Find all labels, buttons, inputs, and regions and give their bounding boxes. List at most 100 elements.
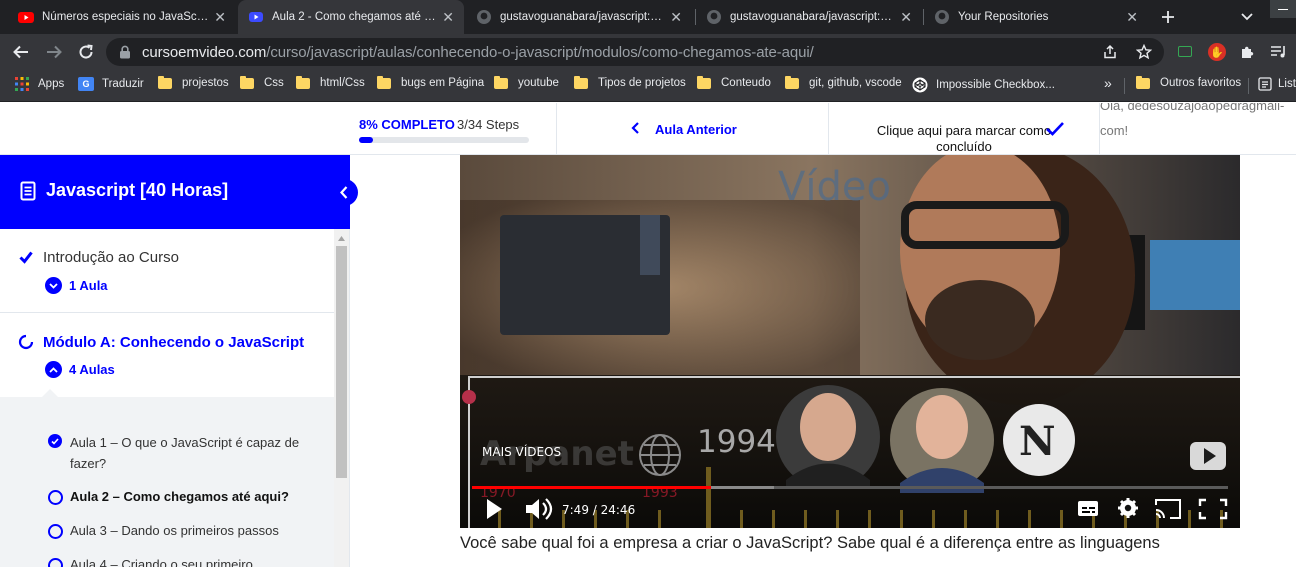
video-played-bar bbox=[472, 486, 711, 489]
folder-icon bbox=[296, 75, 310, 89]
tab-title: Aula 2 - Como chegamos até aqui bbox=[272, 11, 437, 23]
forward-arrow-icon[interactable] bbox=[45, 43, 63, 61]
bookmark-label: bugs em Página bbox=[401, 77, 485, 89]
extension-screen-icon[interactable] bbox=[1178, 46, 1192, 57]
bookmark-youtube[interactable]: youtube bbox=[494, 75, 559, 89]
settings-gear-icon[interactable] bbox=[1118, 498, 1138, 518]
section-modulo-a[interactable]: Módulo A: Conhecendo o JavaScript 4 Aula… bbox=[0, 314, 334, 398]
apps-grid-icon bbox=[15, 77, 29, 91]
browser-tab-2[interactable]: Aula 2 - Como chegamos até aqui ✕ bbox=[238, 0, 464, 34]
subtitles-icon[interactable] bbox=[1078, 501, 1098, 516]
section-introducao[interactable]: Introdução ao Curso 1 Aula bbox=[0, 229, 334, 313]
bookmark-projestos[interactable]: projestos bbox=[158, 75, 229, 89]
extensions-puzzle-icon[interactable] bbox=[1240, 44, 1256, 60]
bookmark-conteudo[interactable]: Conteudo bbox=[697, 75, 771, 89]
reload-icon[interactable] bbox=[77, 43, 95, 61]
folder-icon bbox=[158, 75, 172, 89]
portrait-face bbox=[916, 395, 968, 459]
previous-lesson-button[interactable]: Aula Anterior bbox=[557, 103, 828, 155]
github-icon bbox=[935, 10, 949, 24]
browser-tab-3[interactable]: gustavoguanabara/javascript: Cu ✕ bbox=[466, 0, 692, 34]
presenter-beard bbox=[925, 280, 1035, 360]
bookmark-outros-favoritos[interactable]: Outros favoritos bbox=[1136, 75, 1241, 89]
slide-year-badge: 1994 bbox=[697, 424, 776, 460]
close-tab-icon[interactable]: ✕ bbox=[1126, 9, 1138, 26]
chevron-left-icon bbox=[340, 186, 348, 199]
lock-icon[interactable] bbox=[119, 45, 131, 59]
url-host: cursoemvideo.com bbox=[142, 44, 267, 61]
close-tab-icon[interactable]: ✕ bbox=[442, 9, 454, 26]
tab-search-chevron-icon[interactable] bbox=[1240, 11, 1254, 23]
bookmark-label: Apps bbox=[38, 78, 65, 90]
video-time-display: 7:49 / 24:46 bbox=[562, 503, 635, 517]
close-tab-icon[interactable]: ✕ bbox=[214, 9, 226, 26]
bookmark-html-css[interactable]: html/Css bbox=[296, 75, 365, 89]
previous-lesson-label: Aula Anterior bbox=[655, 122, 737, 137]
overflow-chevron-icon: » bbox=[1104, 75, 1112, 91]
section-complete-check-icon bbox=[19, 251, 33, 264]
sidebar-scrollbar[interactable] bbox=[334, 229, 349, 567]
progress-percent-label: 8% COMPLETO bbox=[359, 117, 455, 132]
course-progress-fill bbox=[359, 137, 373, 143]
mark-complete-button[interactable]: Clique aqui para marcar como concluído bbox=[829, 103, 1099, 155]
bookmark-tipos-de-projetos[interactable]: Tipos de projetos bbox=[574, 75, 686, 89]
document-icon bbox=[20, 181, 36, 201]
mark-complete-label: Clique aqui para marcar como concluído bbox=[876, 123, 1052, 154]
browser-tab-4[interactable]: gustavoguanabara/javascript: Cu ✕ bbox=[696, 0, 922, 34]
user-greeting[interactable]: Olá, dedesouzajoaopedragmail-com! bbox=[1100, 103, 1290, 143]
lesson-item-3[interactable]: Aula 3 – Dando os primeiros passos bbox=[0, 519, 334, 549]
bookmark-label: Traduzir bbox=[102, 78, 144, 90]
collapse-sidebar-button[interactable] bbox=[331, 179, 358, 206]
lesson-done-check-icon bbox=[48, 434, 62, 448]
lesson-current-ring-icon bbox=[48, 490, 63, 505]
bookmark-apps[interactable]: Apps bbox=[15, 77, 64, 91]
bookmark-divider bbox=[1248, 78, 1249, 94]
bookmark-css[interactable]: Css bbox=[240, 75, 284, 89]
scrollbar-thumb[interactable] bbox=[336, 246, 347, 478]
browser-toolbar: cursoemvideo.com/curso/javascript/aulas/… bbox=[0, 34, 1296, 70]
section-title: Módulo A: Conhecendo o JavaScript bbox=[43, 334, 305, 351]
bookmark-traduzir[interactable]: G Traduzir bbox=[78, 77, 144, 91]
bookmark-label: git, github, vscode bbox=[809, 77, 902, 89]
bookmark-bugs-em-pagina[interactable]: bugs em Página bbox=[377, 75, 485, 89]
share-icon[interactable] bbox=[1102, 44, 1118, 60]
media-control-icon[interactable] bbox=[1270, 44, 1288, 60]
section-lesson-count[interactable]: 1 Aula bbox=[69, 278, 108, 293]
new-tab-icon[interactable] bbox=[1160, 9, 1176, 25]
back-arrow-icon[interactable] bbox=[12, 43, 30, 61]
tab-title: Números especiais no JavaScript bbox=[42, 11, 209, 23]
scroll-up-arrow-icon[interactable] bbox=[338, 236, 345, 241]
browser-tab-1[interactable]: Números especiais no JavaScript ✕ bbox=[8, 0, 236, 34]
bookmark-label: List bbox=[1278, 78, 1296, 90]
extension-shield-icon[interactable]: ✋ bbox=[1208, 43, 1226, 61]
browser-tab-5[interactable]: Your Repositories ✕ bbox=[924, 0, 1148, 34]
video-player[interactable]: Vídeo Arpanet 1994 N MAIS VÍDEOS 1970 19… bbox=[460, 155, 1240, 528]
bookmark-label: Tipos de projetos bbox=[598, 77, 686, 89]
section-lesson-count[interactable]: 4 Aulas bbox=[69, 362, 115, 377]
window-minimize-button[interactable] bbox=[1270, 0, 1296, 18]
url-text: cursoemvideo.com/curso/javascript/aulas/… bbox=[142, 44, 814, 61]
bookmark-star-icon[interactable] bbox=[1136, 44, 1152, 60]
lesson-item-4[interactable]: Aula 4 – Criando o seu primeiro bbox=[0, 554, 334, 567]
bookmark-git-github-vscode[interactable]: git, github, vscode bbox=[785, 75, 902, 89]
chevron-down-icon[interactable] bbox=[45, 277, 62, 294]
bookmark-label: projestos bbox=[182, 77, 229, 89]
close-tab-icon[interactable]: ✕ bbox=[670, 9, 682, 26]
site-icon bbox=[249, 12, 263, 22]
browser-tab-bar: Números especiais no JavaScript ✕ Aula 2… bbox=[0, 0, 1296, 34]
tab-title: gustavoguanabara/javascript: Cu bbox=[730, 11, 895, 23]
lesson-description: Você sabe qual foi a empresa a criar o J… bbox=[460, 534, 1160, 552]
reading-list-button[interactable]: List bbox=[1258, 77, 1296, 91]
close-tab-icon[interactable]: ✕ bbox=[900, 9, 912, 26]
github-icon bbox=[477, 10, 491, 24]
address-bar[interactable]: cursoemvideo.com/curso/javascript/aulas/… bbox=[106, 38, 1164, 66]
chevron-up-icon[interactable] bbox=[45, 361, 62, 378]
lesson-item-1[interactable]: Aula 1 – O que o JavaScript é capaz de f… bbox=[0, 425, 334, 473]
bookmarks-overflow-button[interactable]: » bbox=[1104, 75, 1112, 91]
more-videos-label[interactable]: MAIS VÍDEOS bbox=[482, 444, 561, 459]
lesson-item-2[interactable]: Aula 2 – Como chegamos até aqui? bbox=[0, 483, 334, 513]
github-icon bbox=[707, 10, 721, 24]
folder-icon bbox=[785, 75, 799, 89]
bookmark-impossible-checkbox[interactable]: Impossible Checkbox... bbox=[912, 77, 1055, 93]
background-monitor bbox=[1150, 240, 1240, 310]
